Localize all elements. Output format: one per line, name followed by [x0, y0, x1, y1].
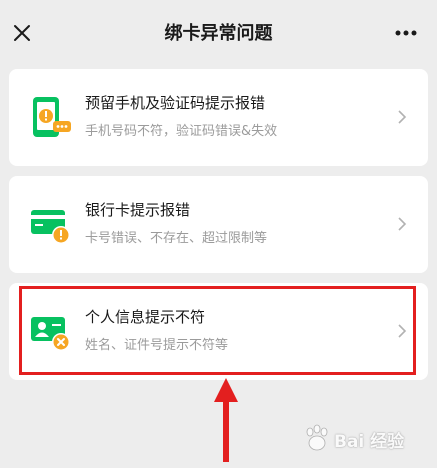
baidu-paw-icon [306, 424, 328, 451]
highlight-box [19, 286, 416, 375]
card-subtitle: 卡号错误、不存在、超过限制等 [85, 231, 268, 246]
card-subtitle: 手机号码不符，验证码错误&失效 [85, 124, 278, 139]
page-title: 绑卡异常问题 [164, 23, 273, 44]
watermark: Bai 经验 [300, 418, 432, 458]
card-title: 银行卡提示报错 [85, 201, 191, 219]
bank-card-warning-icon [31, 210, 70, 244]
chevron-right-icon [398, 217, 407, 231]
chevron-right-icon [398, 110, 407, 124]
arrow-up-icon [214, 378, 238, 462]
watermark-text: Bai 经验 [334, 432, 405, 452]
phone-warning-icon [33, 97, 71, 137]
more-icon[interactable] [395, 30, 417, 36]
card-bank-card[interactable]: 银行卡提示报错 卡号错误、不存在、超过限制等 [9, 176, 428, 273]
card-phone-verification[interactable]: 预留手机及验证码提示报错 手机号码不符，验证码错误&失效 [9, 69, 428, 166]
nav-bar: 绑卡异常问题 [0, 0, 437, 66]
card-title: 预留手机及验证码提示报错 [85, 94, 266, 112]
